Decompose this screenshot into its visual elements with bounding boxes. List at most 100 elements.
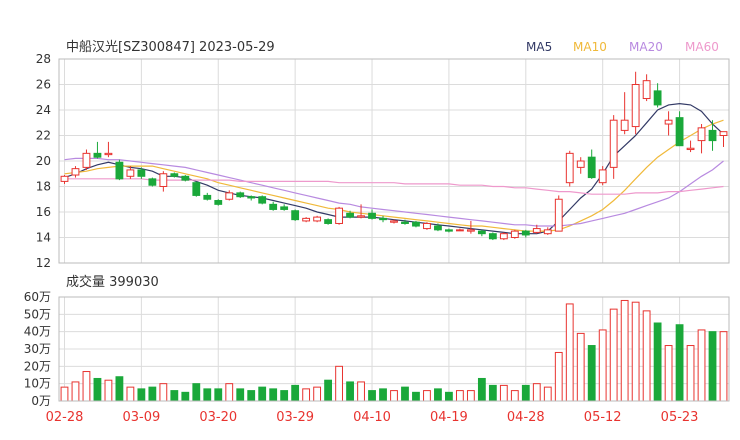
candlestick <box>412 220 420 228</box>
volume-bar <box>82 371 91 402</box>
candlestick <box>653 83 662 108</box>
price-tick-label: 20 <box>36 154 51 168</box>
volume-bar <box>247 390 256 402</box>
volume-bar <box>357 381 365 402</box>
volume-bar <box>93 377 102 402</box>
candlestick <box>159 171 168 192</box>
volume-bar <box>719 331 728 402</box>
volume-bars <box>60 299 728 402</box>
candlestick <box>71 166 80 178</box>
candlestick <box>423 222 431 230</box>
volume-bar <box>620 299 629 402</box>
volume-bar <box>664 345 673 402</box>
candlestick <box>302 217 311 223</box>
candlestick <box>664 111 673 136</box>
candlestick <box>488 232 497 241</box>
candlestick <box>324 218 333 225</box>
candlestick <box>379 215 387 223</box>
candlestick <box>510 229 519 239</box>
volume-bar <box>368 390 376 402</box>
legend: MA5 MA10 MA20 MA60 <box>526 40 719 54</box>
candlestick <box>719 131 728 147</box>
volume-bar <box>412 391 420 402</box>
volume-bar <box>181 391 190 402</box>
candlestick <box>104 141 113 158</box>
volume-bar <box>258 386 267 402</box>
price-tick-label: 16 <box>36 205 51 219</box>
volume-bar <box>137 388 146 402</box>
volume-bar <box>324 379 333 402</box>
volume-tick-label: 40万 <box>24 325 51 339</box>
candlestick <box>445 228 453 233</box>
legend-item-ma10: MA10 <box>573 40 607 54</box>
volume-bar <box>225 383 234 402</box>
candlestick <box>280 204 289 211</box>
price-y-axis: 12 14 16 18 20 22 24 26 28 <box>36 52 51 270</box>
legend-item-ma20: MA20 <box>629 40 663 54</box>
volume-bar <box>642 310 651 402</box>
stock-title: 中船汉光[SZ300847] 2023-05-29 <box>66 40 275 55</box>
volume-bar <box>499 384 508 402</box>
volume-tick-label: 10万 <box>24 377 51 391</box>
price-tick-label: 22 <box>36 129 51 143</box>
volume-bar <box>291 384 300 402</box>
candlestick <box>675 111 684 147</box>
volume-title: 成交量 399030 <box>66 274 159 290</box>
legend-item-ma5: MA5 <box>526 40 552 54</box>
candlestick <box>115 159 124 181</box>
volume-bar <box>675 324 684 402</box>
volume-bar <box>543 386 552 402</box>
volume-bar <box>565 303 574 402</box>
price-grid <box>59 58 729 264</box>
volume-bar <box>104 379 113 402</box>
price-tick-label: 12 <box>36 256 51 270</box>
price-tick-label: 24 <box>36 103 51 117</box>
price-tick-label: 18 <box>36 180 51 194</box>
volume-bar <box>115 376 124 402</box>
volume-bar <box>455 390 464 402</box>
volume-tick-label: 60万 <box>24 290 51 304</box>
volume-bar <box>203 388 212 402</box>
volume-bar <box>576 332 585 402</box>
volume-bar <box>521 384 530 402</box>
volume-bar <box>313 386 322 402</box>
candlestick <box>554 195 563 232</box>
volume-bar <box>434 388 442 402</box>
candlestick <box>93 141 102 159</box>
date-tick-label: 05-12 <box>584 410 622 425</box>
volume-bar <box>445 391 453 402</box>
volume-bar <box>170 390 179 402</box>
volume-tick-label: 0万 <box>31 394 51 408</box>
volume-bar <box>697 329 706 402</box>
date-tick-label: 05-23 <box>661 410 699 425</box>
date-tick-label: 03-09 <box>122 410 160 425</box>
date-tick-label: 02-28 <box>46 410 84 425</box>
volume-bar <box>379 388 387 402</box>
volume-bar <box>60 386 69 402</box>
volume-bar <box>609 308 618 402</box>
volume-bar <box>466 390 475 402</box>
candlestick <box>313 215 322 223</box>
candlestick <box>499 232 508 241</box>
candlestick <box>565 150 574 187</box>
candlestick <box>455 228 464 232</box>
candlestick <box>620 92 629 135</box>
volume-tick-label: 20万 <box>24 359 51 373</box>
volume-bar <box>532 383 541 402</box>
volume-bar <box>477 377 486 402</box>
volume-bar <box>587 345 596 402</box>
candlestick <box>686 140 695 153</box>
volume-bar <box>214 388 223 402</box>
date-tick-label: 04-10 <box>353 410 391 425</box>
date-tick-label: 03-20 <box>199 410 237 425</box>
volume-bar <box>401 386 409 402</box>
volume-bar <box>686 345 695 402</box>
candlestick <box>697 124 706 154</box>
volume-bar <box>192 383 201 402</box>
volume-bar <box>71 381 80 402</box>
volume-bar <box>236 388 245 402</box>
candlestick <box>291 209 300 221</box>
candlestick <box>466 220 475 234</box>
candlestick <box>148 177 157 187</box>
volume-bar <box>126 386 135 402</box>
